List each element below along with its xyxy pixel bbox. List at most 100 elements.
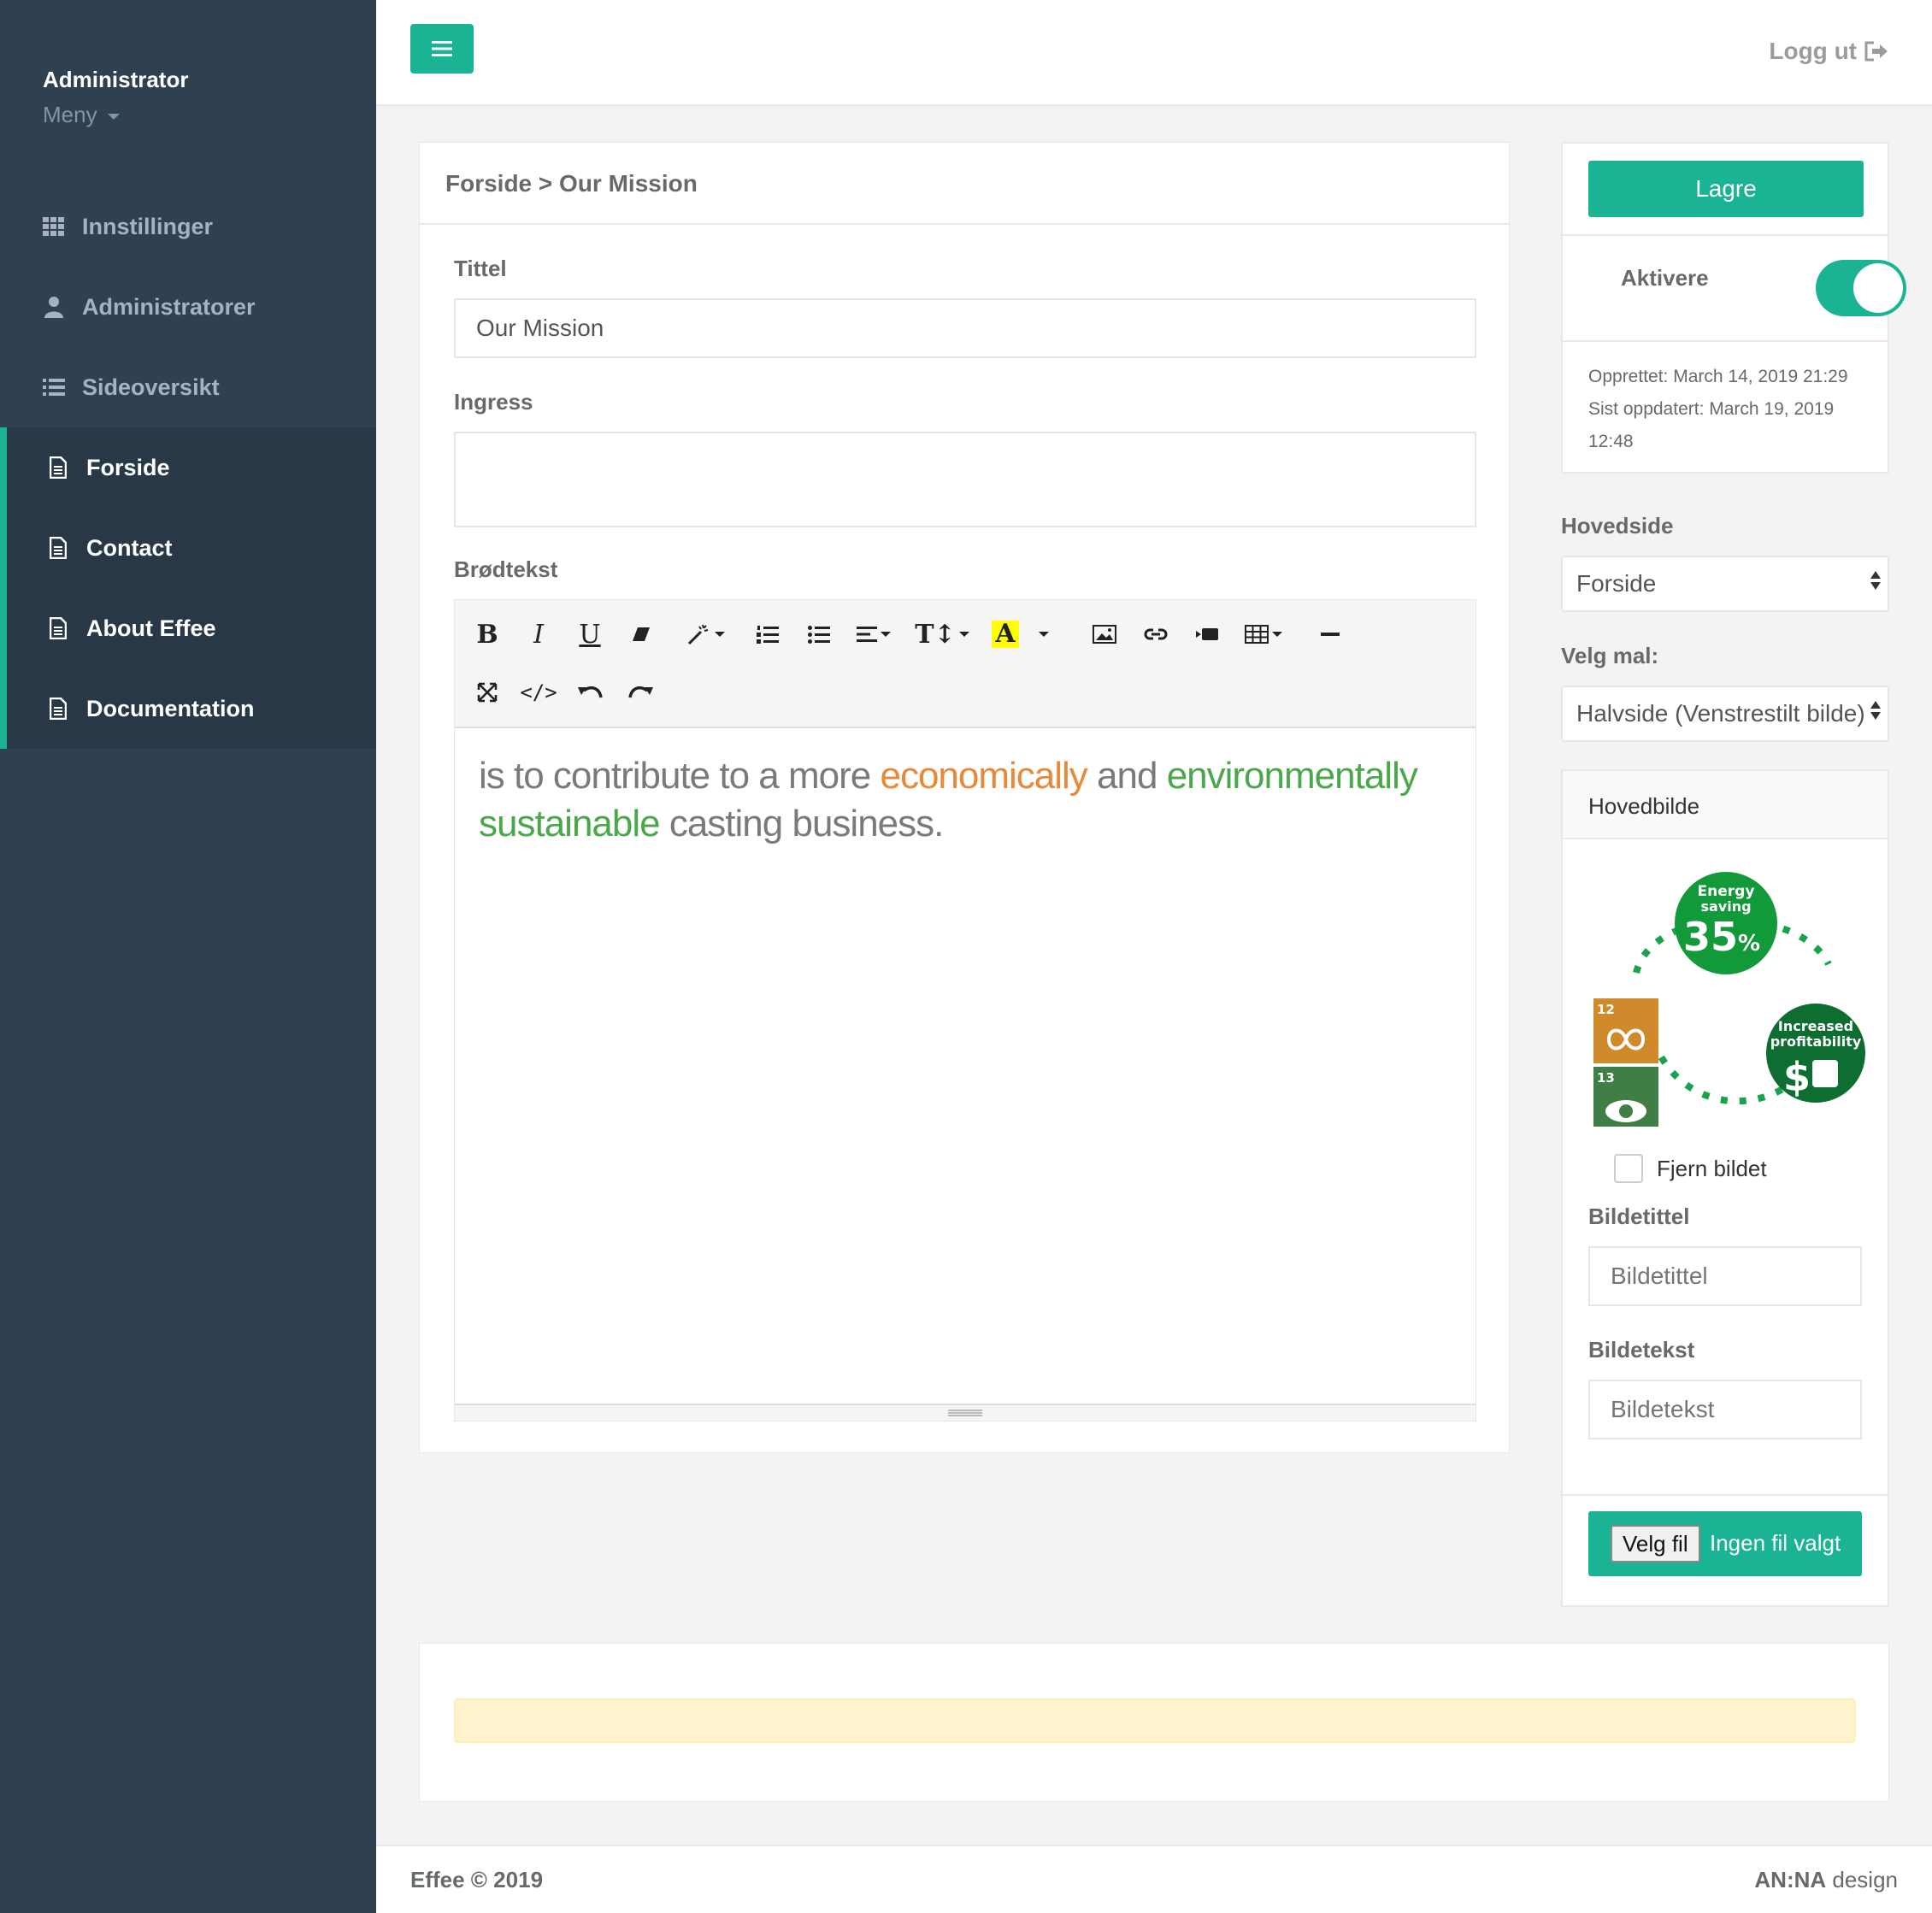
template-label: Velg mal: (1561, 643, 1659, 668)
profile-menu-label: Meny (43, 102, 97, 127)
profile-menu-toggle[interactable]: Meny (43, 102, 188, 128)
remove-image-checkbox[interactable] (1614, 1154, 1643, 1183)
sidebar-pages-group: Forside Contact About Effee Documentatio… (0, 427, 376, 749)
sidebar-item-sideoversikt[interactable]: Sideoversikt (0, 347, 376, 427)
sidebar-item-label: Administratorer (82, 293, 256, 320)
mainpage-select[interactable]: Forside (1561, 556, 1889, 612)
sidebar-item-label: Forside (86, 454, 170, 480)
rich-text-editor: B I U T↕ A </> is to contribute to a mor… (454, 599, 1476, 1422)
divider (1563, 234, 1888, 236)
italic-icon: I (533, 619, 544, 650)
warning-bar (454, 1698, 1856, 1743)
magic-wand-icon (687, 624, 709, 645)
table-icon (1245, 625, 1269, 644)
activate-toggle[interactable] (1816, 260, 1906, 316)
ordered-list-button[interactable] (747, 614, 788, 655)
user-icon (43, 296, 65, 318)
topbar: Logg ut (376, 0, 1932, 106)
fullscreen-button[interactable] (467, 672, 508, 713)
profile: Administrator Meny (43, 67, 188, 128)
profit-line2: profitability (1770, 1033, 1862, 1050)
caret-down-icon (881, 632, 891, 637)
file-icon (47, 617, 69, 639)
grid-icon (43, 215, 65, 238)
editor-resize-bar[interactable] (455, 1404, 1476, 1421)
title-input[interactable]: Our Mission (454, 298, 1476, 358)
template-select[interactable]: Halvside (Venstrestilt bilde) (1561, 686, 1889, 742)
choose-file-button[interactable]: Velg fil (1611, 1525, 1700, 1563)
caret-down-icon (1039, 632, 1049, 637)
bold-icon: B (476, 619, 498, 650)
footer-credit: AN:NA design (1754, 1867, 1898, 1893)
align-dropdown-button[interactable] (848, 614, 899, 655)
bold-button[interactable]: B (467, 614, 508, 655)
undo-button[interactable] (569, 672, 610, 713)
unordered-list-button[interactable] (798, 614, 839, 655)
ingress-textarea[interactable] (454, 432, 1476, 527)
bottom-panel (419, 1643, 1889, 1802)
code-icon: </> (520, 680, 557, 704)
insert-video-button[interactable] (1187, 614, 1228, 655)
footer-copyright: Effee © 2019 (410, 1867, 544, 1892)
image-title-label: Bildetittel (1588, 1204, 1690, 1229)
sidebar: Administrator Meny Innstillinger Adminis… (0, 0, 376, 1913)
style-dropdown-button[interactable] (680, 614, 732, 655)
body-label: Brødtekst (454, 556, 558, 582)
created-date: Opprettet: March 14, 2019 21:29 (1588, 367, 1848, 386)
image-text-label: Bildetekst (1588, 1337, 1695, 1363)
sidebar-item-about-effee[interactable]: About Effee (7, 588, 376, 668)
caret-down-icon (715, 632, 725, 637)
editor-content[interactable]: is to contribute to a more economically … (455, 728, 1476, 872)
profit-line1: Increased (1778, 1018, 1853, 1034)
underline-button[interactable]: U (569, 614, 610, 655)
highlight-color-button[interactable]: A (985, 614, 1026, 655)
sidebar-item-label: Sideoversikt (82, 374, 220, 400)
energy-line2: saving (1700, 898, 1751, 915)
image-title-input[interactable] (1588, 1246, 1862, 1306)
image-icon (1093, 625, 1116, 644)
body-text-part: and (1087, 755, 1167, 797)
profile-name: Administrator (43, 67, 189, 92)
insert-image-button[interactable] (1084, 614, 1125, 655)
energy-number: 35 (1683, 914, 1738, 960)
remove-image-label: Fjern bildet (1657, 1156, 1767, 1181)
select-arrows-icon (1870, 701, 1881, 720)
clear-format-button[interactable] (621, 614, 662, 655)
file-icon (47, 456, 69, 479)
file-icon (47, 537, 69, 559)
updated-date: Sist oppdatert: March 19, 2019 (1588, 399, 1835, 419)
main-image-box: Hovedbilde Energy saving 35% Increased p… (1561, 769, 1889, 1607)
italic-button[interactable]: I (518, 614, 559, 655)
insert-table-button[interactable] (1238, 614, 1289, 655)
insert-link-button[interactable] (1135, 614, 1176, 655)
main-image-preview: Energy saving 35% Increased profitabilit… (1593, 872, 1865, 1127)
sidebar-item-innstillinger[interactable]: Innstillinger (0, 186, 376, 267)
color-dropdown-button[interactable] (1028, 614, 1057, 655)
image-text-input[interactable] (1588, 1380, 1862, 1439)
template-value: Halvside (Venstrestilt bilde) (1576, 700, 1865, 727)
save-button[interactable]: Lagre (1588, 161, 1864, 217)
sidebar-item-administratorer[interactable]: Administratorer (0, 267, 376, 347)
code-view-button[interactable]: </> (518, 672, 559, 713)
breadcrumb: Forside > Our Mission (420, 143, 1509, 225)
select-arrows-icon (1870, 571, 1881, 590)
eraser-icon (633, 627, 650, 641)
file-icon (47, 698, 69, 720)
no-file-label: Ingen fil valgt (1710, 1530, 1841, 1556)
body-text-part: is to contribute to a more (479, 755, 881, 797)
logout-label: Logg ut (1769, 38, 1857, 64)
sidebar-item-contact[interactable]: Contact (7, 508, 376, 588)
sidebar-nav: Innstillinger Administratorer Sideoversi… (0, 186, 376, 749)
caret-down-icon (107, 114, 120, 120)
redo-button[interactable] (621, 672, 662, 713)
sidebar-item-documentation[interactable]: Documentation (7, 668, 376, 749)
toggle-knob (1853, 263, 1903, 313)
logout-link[interactable]: Logg ut (1769, 38, 1889, 65)
sidebar-item-forside[interactable]: Forside (7, 427, 376, 508)
font-size-dropdown-button[interactable]: T↕ (915, 614, 969, 655)
activate-label: Aktivere (1621, 265, 1709, 291)
list-icon (43, 376, 65, 398)
menu-toggle-button[interactable] (410, 24, 474, 74)
horizontal-rule-button[interactable] (1310, 614, 1351, 655)
unordered-list-icon (808, 626, 830, 644)
